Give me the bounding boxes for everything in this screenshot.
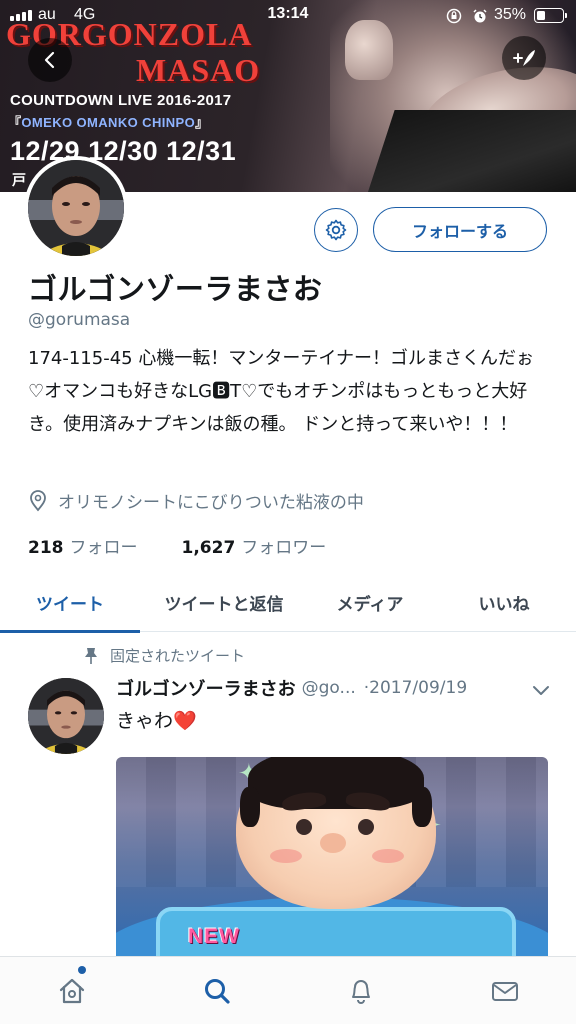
tsum-eye (358, 819, 374, 835)
subtitle-bracket-close: 』 (195, 115, 209, 130)
pin-icon (85, 647, 97, 664)
banner-title-line2: MASAO (136, 52, 261, 88)
follow-counts: 218 フォロー 1,627 フォロワー (28, 533, 326, 558)
profile-bio: 174-115-45 心機一転！マンターテイナー！ゴルまさくんだぉ♡オマンコも好… (28, 348, 534, 435)
mail-icon (492, 982, 518, 1001)
battery-icon (534, 8, 567, 23)
back-button[interactable] (28, 38, 72, 82)
profile-avatar[interactable] (24, 156, 128, 260)
profile-handle: @gorumasa (28, 310, 131, 330)
profile-display-name: ゴルゴンゾーラまさお (28, 272, 323, 306)
tab-likes[interactable]: いいね (432, 572, 576, 632)
compose-icon (513, 50, 535, 66)
location-pin-icon (30, 489, 46, 511)
status-bar: au 4G 13:14 35% (0, 0, 576, 30)
tweet-menu-button[interactable] (532, 682, 550, 701)
tsum-blush (372, 849, 404, 863)
avatar-photo (28, 678, 104, 754)
status-time: 13:14 (267, 5, 309, 22)
home-icon (59, 978, 85, 1004)
tweet-text: きゃわ❤️ (116, 706, 197, 733)
battery-level (536, 10, 545, 20)
nav-search[interactable] (197, 973, 237, 1009)
banner-costume (365, 110, 576, 192)
banner-date-extra: 戸 (12, 173, 26, 189)
followers-count: 1,627 (181, 538, 236, 558)
nav-notifications[interactable] (341, 973, 381, 1009)
followers-link[interactable]: 1,627 フォロワー (182, 533, 327, 558)
tab-tweets-and-replies[interactable]: ツイートと返信 (140, 572, 308, 632)
tweet-header: ゴルゴンゾーラまさお @go... ·2017/09/19 (116, 675, 467, 701)
tab-tweets[interactable]: ツイート (0, 572, 140, 633)
subtitle-main: OMEKO OMANKO CHINPO (21, 115, 196, 130)
followers-label: フォロワー (241, 538, 327, 558)
gear-icon (325, 219, 347, 241)
alarm-icon (472, 8, 488, 29)
banner-dates: 12/29 12/30 12/31 (10, 136, 237, 166)
tsum-nose (320, 833, 346, 853)
chevron-left-icon (44, 51, 55, 69)
media-new-badge: NEW (188, 925, 240, 948)
tab-media[interactable]: メディア (308, 572, 432, 632)
home-notification-dot (78, 966, 86, 974)
bottom-tab-bar (0, 956, 576, 1024)
tsum-eye (296, 819, 312, 835)
avatar-photo (28, 160, 124, 256)
following-link[interactable]: 218 フォロー (28, 533, 138, 558)
follow-button[interactable]: フォローする (373, 207, 547, 252)
tweet-media-image[interactable]: ✦ ✦ NEW (116, 757, 548, 957)
tsum-blush (270, 849, 302, 863)
banner-subtitle: 『OMEKO OMANKO CHINPO』 (8, 112, 209, 131)
tsum-hair-side (240, 787, 260, 827)
profile-tabs: ツイート ツイートと返信 メディア いいね (0, 572, 576, 633)
chevron-down-icon (533, 686, 549, 695)
nav-home[interactable] (52, 973, 92, 1009)
subtitle-bracket-open: 『 (8, 115, 22, 130)
search-icon (205, 979, 230, 1004)
settings-button[interactable] (314, 208, 358, 252)
following-label: フォロー (69, 538, 138, 558)
tsum-hair-side (412, 787, 432, 827)
banner-live-title: COUNTDOWN LIVE 2016-2017 (10, 92, 232, 109)
bell-icon (352, 980, 370, 1004)
tweet-author-name[interactable]: ゴルゴンゾーラまさお (116, 675, 296, 701)
tweet-avatar[interactable] (28, 678, 104, 754)
tweet-author-handle: @go... (301, 678, 356, 698)
compose-button[interactable] (502, 36, 546, 80)
pinned-label: 固定されたツイート (110, 647, 246, 665)
heart-emoji: ❤️ (173, 710, 197, 732)
pinned-indicator: 固定されたツイート (84, 645, 245, 666)
nav-messages[interactable] (485, 973, 525, 1009)
battery-percentage: 35% (494, 6, 527, 23)
orientation-lock-icon (446, 8, 462, 29)
tsum-hair (248, 757, 424, 809)
location-text: オリモノシートにこびりついた粘液の中 (58, 493, 364, 513)
following-count: 218 (28, 538, 64, 558)
tweet-body: きゃわ (116, 710, 174, 732)
profile-location: オリモノシートにこびりついた粘液の中 (28, 488, 364, 513)
tweet-date[interactable]: ·2017/09/19 (364, 678, 467, 698)
